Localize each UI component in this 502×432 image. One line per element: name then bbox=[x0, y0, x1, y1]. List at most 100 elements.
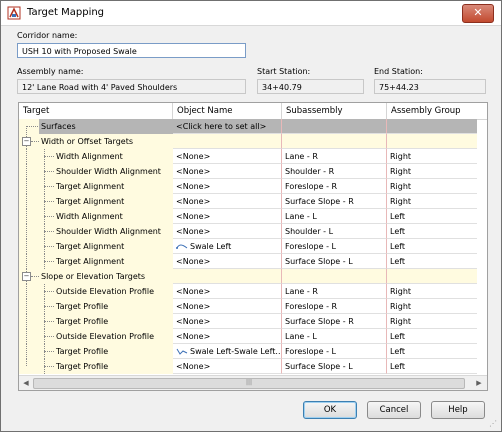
target-cell: Target Profile bbox=[56, 302, 109, 311]
object-name-cell[interactable]: <None> bbox=[173, 149, 282, 164]
collapse-toggle-icon[interactable]: − bbox=[22, 137, 31, 146]
tree-line bbox=[44, 321, 54, 322]
horizontal-scrollbar[interactable]: ◀ ||| ▶ bbox=[19, 375, 487, 390]
object-name-cell[interactable]: <None> bbox=[173, 284, 282, 299]
column-header-target[interactable]: Target bbox=[19, 103, 173, 119]
subassembly-cell: Lane - R bbox=[282, 149, 387, 164]
object-name-cell[interactable]: Swale Left-Swale Left... bbox=[173, 344, 282, 359]
target-cell: Shoulder Width Alignment bbox=[56, 227, 161, 236]
object-name-text: <None> bbox=[176, 317, 211, 326]
object-name-text: <None> bbox=[176, 197, 211, 206]
assembly-group-cell: Right bbox=[387, 284, 477, 299]
tree-line bbox=[44, 336, 54, 337]
ok-button[interactable]: OK bbox=[303, 401, 357, 419]
assembly-group-cell: Right bbox=[387, 314, 477, 329]
collapse-toggle-icon[interactable]: − bbox=[22, 272, 31, 281]
target-cell: Target Profile bbox=[56, 317, 109, 326]
tree-line bbox=[26, 224, 27, 239]
scroll-right-icon[interactable]: ▶ bbox=[474, 378, 484, 388]
assembly-group-cell: Right bbox=[387, 179, 477, 194]
target-cell: Shoulder Width Alignment bbox=[56, 167, 161, 176]
subassembly-cell: Lane - L bbox=[282, 329, 387, 344]
tree-line bbox=[44, 231, 54, 232]
table-row[interactable]: Target Alignment <None> Surface Slope - LL… bbox=[19, 254, 487, 269]
table-row[interactable]: Width Alignment <None> Lane - L Left bbox=[19, 209, 487, 224]
table-row[interactable]: Target Alignment Swale Left Foreslope - LL… bbox=[19, 239, 487, 254]
tree-line bbox=[44, 156, 54, 157]
table-row[interactable]: Target Alignment <None> Surface Slope - RR… bbox=[19, 194, 487, 209]
object-name-text: <None> bbox=[176, 152, 211, 161]
target-grid: Target Object Name Subassembly Assembly … bbox=[18, 102, 488, 391]
tree-line bbox=[26, 344, 27, 359]
subassembly-cell: Foreslope - R bbox=[282, 299, 387, 314]
profile-icon bbox=[176, 348, 188, 355]
object-name-cell[interactable]: <None> bbox=[173, 359, 282, 374]
tree-line bbox=[26, 179, 27, 194]
table-row[interactable]: Target Profile <None> Foreslope - R Right bbox=[19, 299, 487, 314]
object-name-cell[interactable]: Swale Left bbox=[173, 239, 282, 254]
window-title: Target Mapping bbox=[27, 7, 105, 18]
object-name-text: Swale Left-Swale Left... bbox=[190, 347, 282, 356]
end-station-label: End Station: bbox=[374, 67, 423, 76]
table-row[interactable]: Outside Elevation Profile <None> Lane - RR… bbox=[19, 284, 487, 299]
resize-grip-icon[interactable]: ⋰ bbox=[489, 419, 499, 429]
table-row[interactable]: Target Profile <None> Surface Slope - R Rig… bbox=[19, 314, 487, 329]
help-button[interactable]: Help bbox=[431, 401, 485, 419]
assembly-group-cell: Left bbox=[387, 359, 477, 374]
subassembly-cell bbox=[282, 134, 387, 149]
column-header-assembly-group[interactable]: Assembly Group bbox=[387, 103, 487, 119]
scroll-thumb[interactable]: ||| bbox=[33, 378, 465, 389]
object-name-cell[interactable] bbox=[173, 134, 282, 149]
corridor-name-field[interactable]: USH 10 with Proposed Swale bbox=[17, 43, 246, 58]
object-name-cell[interactable]: <None> bbox=[173, 194, 282, 209]
tree-line bbox=[26, 239, 27, 254]
tree-line bbox=[26, 254, 27, 269]
table-row[interactable]: Outside Elevation Profile <None> Lane - LL… bbox=[19, 329, 487, 344]
target-cell: Surfaces bbox=[41, 122, 76, 131]
tree-line bbox=[26, 314, 27, 329]
surfaces-row[interactable]: Surfaces <Click here to set all> bbox=[19, 119, 487, 141]
subassembly-cell: Lane - R bbox=[282, 284, 387, 299]
object-name-text: <None> bbox=[176, 227, 211, 236]
group-row[interactable]: − Width or Offset Targets bbox=[19, 134, 487, 149]
object-name-cell[interactable]: <None> bbox=[173, 254, 282, 269]
table-row[interactable]: Shoulder Width Alignment <None> Shoulder -… bbox=[19, 164, 487, 179]
object-name-cell[interactable]: <None> bbox=[173, 314, 282, 329]
object-name-cell[interactable]: <Click here to set all> bbox=[173, 119, 282, 134]
object-name-cell[interactable]: <None> bbox=[173, 329, 282, 344]
subassembly-cell: Shoulder - L bbox=[282, 224, 387, 239]
object-name-cell[interactable]: <None> bbox=[173, 179, 282, 194]
table-row[interactable]: Target Alignment <None> Foreslope - R Right bbox=[19, 179, 487, 194]
subassembly-cell: Foreslope - L bbox=[282, 239, 387, 254]
group-row[interactable]: − Slope or Elevation Targets bbox=[19, 269, 487, 284]
subassembly-cell: Surface Slope - R bbox=[282, 194, 387, 209]
object-name-text: Swale Left bbox=[190, 242, 232, 251]
object-name-cell[interactable]: <None> bbox=[173, 299, 282, 314]
tree-line bbox=[44, 351, 54, 352]
object-name-cell[interactable] bbox=[173, 269, 282, 284]
table-row[interactable]: Width Alignment <None> Lane - R Right bbox=[19, 149, 487, 164]
target-cell: Slope or Elevation Targets bbox=[41, 272, 146, 281]
tree-line bbox=[44, 216, 54, 217]
object-name-cell[interactable]: <None> bbox=[173, 164, 282, 179]
scroll-left-icon[interactable]: ◀ bbox=[21, 378, 31, 388]
table-row[interactable]: Shoulder Width Alignment <None> Shoulder -… bbox=[19, 224, 487, 239]
assembly-group-cell: Left bbox=[387, 224, 477, 239]
column-header-object-name[interactable]: Object Name bbox=[173, 103, 282, 119]
target-cell: Target Alignment bbox=[56, 182, 125, 191]
column-header-subassembly[interactable]: Subassembly bbox=[282, 103, 387, 119]
table-row[interactable]: Target Profile <None> Surface Slope - L Lef… bbox=[19, 359, 487, 374]
tree-line bbox=[26, 284, 27, 299]
object-name-cell[interactable]: <None> bbox=[173, 224, 282, 239]
assembly-name-field: 12' Lane Road with 4' Paved Shoulders bbox=[17, 79, 246, 94]
object-name-cell[interactable]: <None> bbox=[173, 209, 282, 224]
close-button[interactable]: ✕ bbox=[462, 4, 494, 23]
start-station-field: 34+40.79 bbox=[257, 79, 364, 94]
tree-line bbox=[44, 306, 54, 307]
tree-line bbox=[26, 209, 27, 224]
target-cell: Target Alignment bbox=[56, 257, 125, 266]
table-row[interactable]: Target Profile Swale Left-Swale Left... Fo… bbox=[19, 344, 487, 359]
cancel-button[interactable]: Cancel bbox=[367, 401, 421, 419]
object-name-text: <None> bbox=[176, 212, 211, 221]
object-name-text: <None> bbox=[176, 167, 211, 176]
